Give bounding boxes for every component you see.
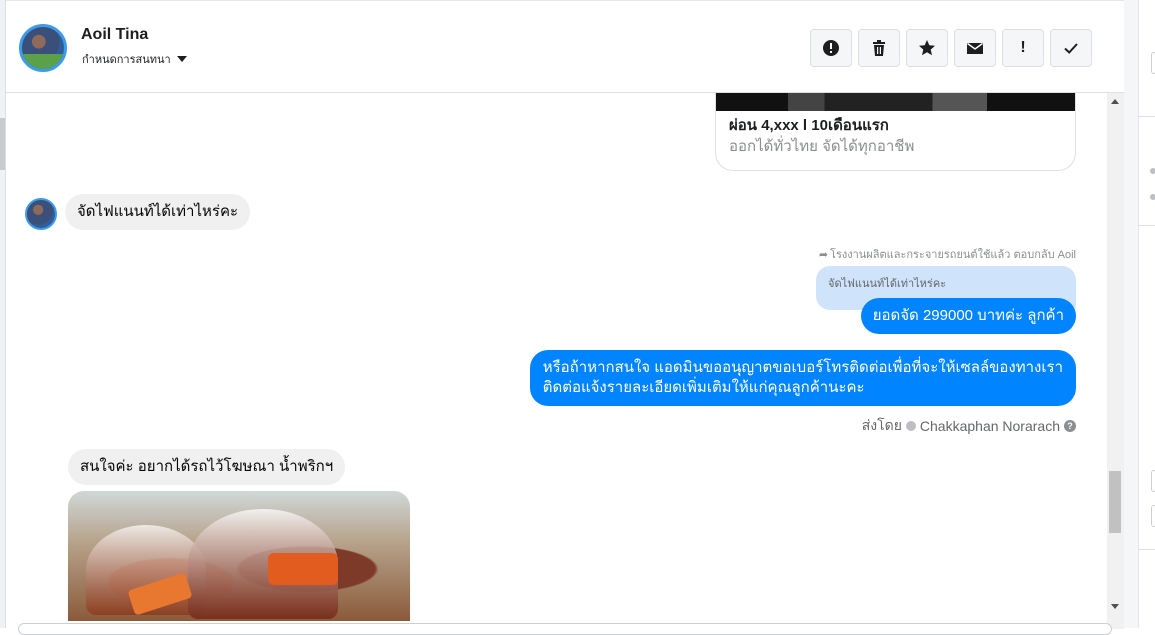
ad-card-image [716, 93, 1075, 111]
incoming-message[interactable]: สนใจค่ะ อยากได้รถไว้โฆษณา น้ำพริกฯ [68, 449, 346, 485]
panel-input[interactable] [1151, 505, 1155, 527]
alert-circle-icon [823, 40, 839, 56]
reply-arrow-icon: ➦ [818, 248, 829, 261]
photo-label [268, 553, 338, 585]
exclamation-icon: ! [1020, 39, 1026, 56]
outgoing-message[interactable]: ยอดจัด 299000 บาทค่ะ ลูกค้า [860, 298, 1076, 334]
caret-down-icon [176, 56, 187, 62]
message-composer[interactable] [18, 623, 1112, 635]
delete-button[interactable] [858, 29, 900, 67]
conversation-toolbar: ! [810, 29, 1092, 67]
sent-by-label: ส่งโดย [861, 417, 902, 433]
sent-by-meta: ส่งโดย Chakkaphan Norarach ? [862, 415, 1076, 437]
conversation-header: Aoil Tina กำหนดการสนทนา ! [6, 3, 1124, 93]
star-button[interactable] [906, 29, 948, 67]
panel-divider [1138, 116, 1155, 117]
sent-by-name[interactable]: Chakkaphan Norarach [920, 418, 1060, 434]
thread-scrollbar[interactable] [1107, 93, 1124, 629]
mark-unread-button[interactable] [954, 29, 996, 67]
ad-link-card[interactable]: ผ่อน 4,xxx l 10เดือนแรก ออกได้ทั่วไทย จั… [715, 93, 1076, 171]
message-thread: ผ่อน 4,xxx l 10เดือนแรก ออกได้ทั่วไทย จั… [6, 93, 1107, 629]
panel-divider [1138, 549, 1155, 550]
conversation-status-label: กำหนดการสนทนา [82, 54, 171, 66]
contact-name[interactable]: Aoil Tina [81, 26, 148, 44]
ad-card-subtitle: ออกได้ทั่วไทย จัดได้ทุกอาชีพ [729, 138, 915, 155]
conversation-status-dropdown[interactable]: กำหนดการสนทนา [82, 50, 187, 68]
trash-icon [873, 40, 885, 56]
agent-status-icon [905, 421, 916, 431]
panel-input[interactable] [1151, 470, 1155, 492]
panel-input[interactable] [1151, 52, 1155, 74]
mark-spam-button[interactable] [810, 29, 852, 67]
help-icon[interactable]: ? [1064, 420, 1076, 432]
follow-up-button[interactable]: ! [1002, 29, 1044, 67]
envelope-icon [967, 42, 983, 54]
conversation-panel: Aoil Tina กำหนดการสนทนา ! ผ่อน 4,xxx l 1… [6, 0, 1124, 635]
scroll-down-icon[interactable] [1111, 604, 1119, 609]
outgoing-message[interactable]: หรือถ้าหากสนใจ แอดมินขออนุญาตขอเบอร์โทรต… [529, 350, 1076, 406]
star-icon [919, 40, 935, 56]
scroll-up-icon[interactable] [1111, 99, 1119, 104]
checkmark-icon [1064, 43, 1078, 54]
mark-done-button[interactable] [1050, 29, 1092, 67]
outgoing-message-line: หรือถ้าหากสนใจ แอดมินขออนุญาตขอเบอร์โทรต… [542, 359, 1063, 376]
reply-meta: ➦ โรงงานผลิตและกระจายรถยนต์ใช้แล้ว ตอบกล… [819, 245, 1076, 263]
left-pane-scroll-thumb[interactable] [0, 118, 5, 170]
scroll-thumb[interactable] [1109, 471, 1121, 533]
reply-meta-text: โรงงานผลิตและกระจายรถยนต์ใช้แล้ว ตอบกลับ… [830, 249, 1076, 261]
panel-radio[interactable] [1150, 194, 1155, 200]
contact-avatar[interactable] [19, 24, 67, 72]
attached-photo[interactable] [68, 491, 410, 621]
details-panel [1124, 0, 1155, 628]
panel-radio[interactable] [1150, 168, 1155, 174]
outgoing-message-line: ติดต่อแจ้งรายละเอียดเพิ่มเติมให้แก่คุณลู… [542, 379, 865, 396]
panel-divider [1138, 225, 1155, 226]
incoming-message[interactable]: จัดไฟแนนท์ได้เท่าไหร่คะ [65, 194, 251, 230]
details-panel-body [1138, 0, 1155, 628]
sender-avatar[interactable] [25, 198, 57, 230]
